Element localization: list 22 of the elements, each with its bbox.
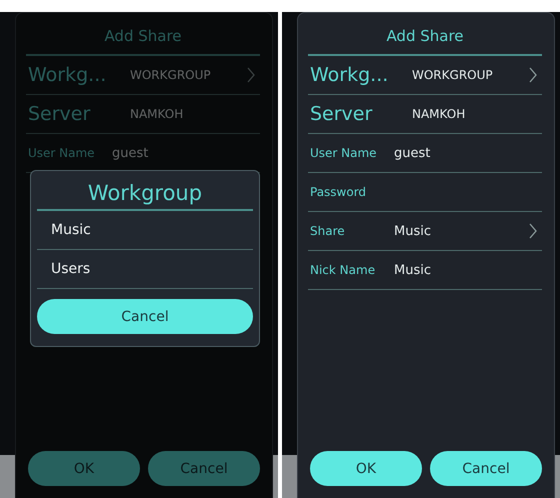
picker-option[interactable]: Music	[37, 211, 253, 250]
field-label: Workg...	[28, 64, 108, 86]
field-label: Server	[310, 103, 374, 125]
dialog-title: Add Share	[308, 13, 542, 56]
field-value[interactable]: Music	[394, 224, 528, 238]
ok-button[interactable]: OK	[310, 451, 422, 486]
cancel-button[interactable]: Cancel	[430, 451, 542, 486]
field-label: Share	[310, 224, 346, 238]
field-value[interactable]: NAMKOH	[412, 107, 542, 121]
field-label: User Name	[28, 146, 96, 160]
cancel-button[interactable]: Cancel	[37, 299, 253, 334]
field-value[interactable]: Music	[394, 262, 542, 278]
field-label: User Name	[310, 146, 378, 160]
picker-title: Workgroup	[37, 171, 253, 211]
field-value[interactable]: WORKGROUP	[412, 68, 528, 82]
field-label: Password	[310, 185, 368, 199]
picker-option[interactable]: Users	[37, 250, 253, 289]
field-label: Nick Name	[310, 263, 376, 277]
field-label: Server	[28, 103, 92, 125]
field-value[interactable]: guest	[394, 146, 542, 160]
dialog-title: Add Share	[26, 13, 260, 56]
field-label: Workg...	[310, 64, 390, 86]
